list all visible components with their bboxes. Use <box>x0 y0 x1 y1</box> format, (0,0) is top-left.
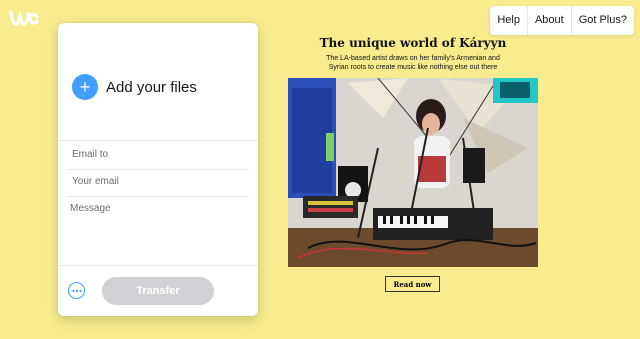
nav-help-link[interactable]: Help <box>490 6 527 35</box>
your-email-placeholder: Your email <box>72 176 119 187</box>
ad-subtitle-line-2: Syrian roots to create music like nothin… <box>328 64 498 71</box>
read-now-button[interactable]: Read now <box>385 276 440 292</box>
transfer-button[interactable]: Transfer <box>102 277 214 305</box>
divider <box>58 140 258 141</box>
email-to-placeholder: Email to <box>72 149 109 160</box>
more-options-icon[interactable] <box>68 282 85 299</box>
add-files-label[interactable]: Add your files <box>106 79 197 96</box>
add-files-area[interactable]: + Add your files <box>72 74 197 100</box>
message-field[interactable]: Message <box>67 203 249 263</box>
divider <box>58 265 258 266</box>
ad-header: The unique world of Káryyn The LA-based … <box>288 36 538 72</box>
your-email-field[interactable]: Your email <box>67 176 249 197</box>
ad-subtitle-line-1: The LA-based artist draws on her family'… <box>326 55 500 62</box>
wetransfer-logo[interactable] <box>9 8 39 28</box>
top-nav: Help About Got Plus? <box>490 6 634 35</box>
nav-about-link[interactable]: About <box>526 6 571 35</box>
email-to-field[interactable]: Email to <box>67 149 249 170</box>
plus-icon[interactable]: + <box>72 74 98 100</box>
message-placeholder: Message <box>70 203 111 214</box>
ad-title: The unique world of Káryyn <box>319 36 507 50</box>
nav-got-plus-link[interactable]: Got Plus? <box>570 6 634 35</box>
ad-photo[interactable] <box>288 78 538 267</box>
transfer-panel: + Add your files Email to Your email Mes… <box>58 23 258 316</box>
